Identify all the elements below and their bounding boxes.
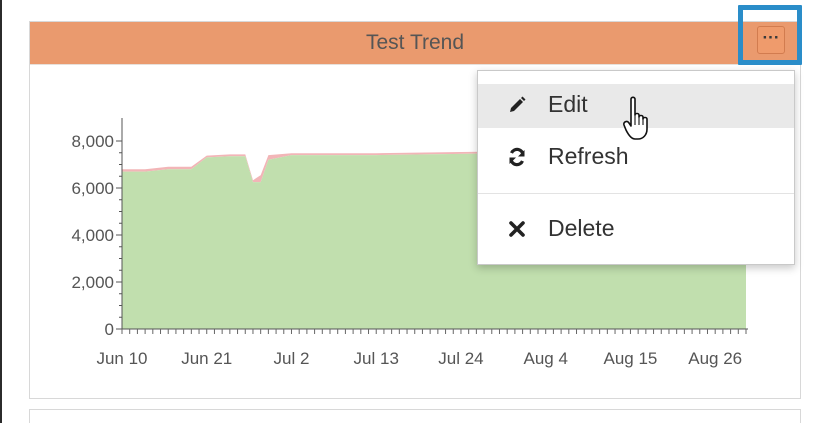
close-icon (506, 218, 528, 240)
hand-cursor-icon (623, 96, 648, 140)
x-tick-label: Jun 21 (181, 349, 232, 368)
x-tick-label: Jul 24 (438, 349, 483, 368)
left-border (0, 0, 2, 423)
y-tick-label: 2,000 (71, 273, 114, 292)
y-tick-label: 6,000 (71, 179, 114, 198)
more-options-button[interactable]: ··· (757, 26, 785, 54)
widget-header: Test Trend (30, 22, 800, 65)
edit-label: Edit (548, 91, 588, 117)
delete-menu-item[interactable]: Delete (478, 208, 794, 252)
widget-title: Test Trend (365, 31, 465, 54)
y-tick-label: 4,000 (71, 226, 114, 245)
x-tick-label: Aug 26 (688, 349, 742, 368)
x-tick-label: Aug 15 (603, 349, 657, 368)
x-tick-label: Jul 2 (274, 349, 310, 368)
refresh-label: Refresh (548, 143, 629, 169)
x-tick-label: Aug 4 (523, 349, 567, 368)
pencil-icon (506, 94, 528, 116)
delete-label: Delete (548, 215, 615, 241)
y-tick-label: 8,000 (71, 132, 114, 151)
menu-divider (478, 193, 794, 194)
next-widget-edge (29, 409, 801, 423)
y-tick-label: 0 (105, 320, 114, 339)
refresh-icon (506, 146, 528, 168)
x-tick-label: Jul 13 (354, 349, 399, 368)
x-tick-label: Jun 10 (96, 349, 147, 368)
